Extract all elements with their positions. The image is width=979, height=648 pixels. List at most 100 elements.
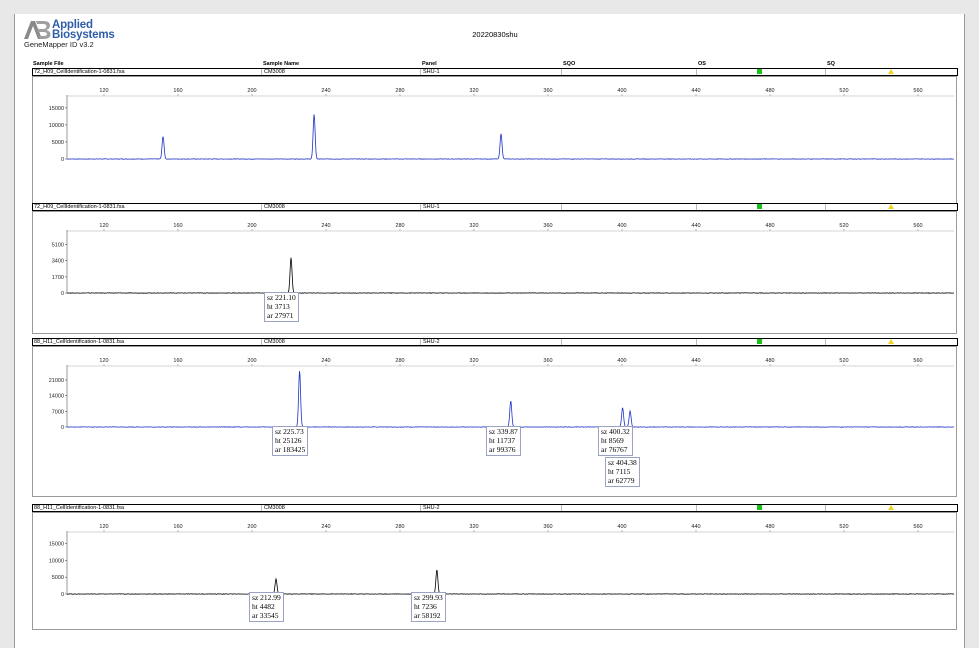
x-tick-label: 520: [839, 223, 848, 229]
x-tick-label: 320: [469, 524, 478, 530]
x-tick-label: 560: [913, 358, 922, 364]
signal-trace: [66, 257, 954, 294]
peak-label-line: ar 27971: [267, 311, 294, 321]
peak-label[interactable]: sz 404.38 ht 7115 ar 62779: [605, 457, 640, 487]
peak-marker[interactable]: [436, 569, 438, 571]
peak-label[interactable]: sz 339.87 ht 11737 ar 99376: [486, 426, 521, 456]
peak-marker[interactable]: [275, 578, 277, 580]
signal-trace: [66, 370, 955, 428]
signal-trace: [67, 569, 955, 595]
x-tick-label: 200: [247, 223, 256, 229]
electropherogram-chart: 120 160 200 240 280 320 360 400 440 480 520 560 1500…: [49, 524, 955, 598]
x-tick-label: 120: [99, 358, 108, 364]
x-tick-label: 360: [543, 88, 552, 94]
x-tick-label: 320: [469, 88, 478, 94]
peak-marker[interactable]: [629, 410, 631, 412]
y-tick-label: 0: [61, 425, 64, 431]
x-tick-label: 400: [617, 223, 626, 229]
x-tick-label: 360: [543, 358, 552, 364]
x-tick-label: 240: [321, 524, 330, 530]
y-tick-label: 15000: [49, 542, 64, 548]
sample-panel-1: Sample File Sample Name Panel SQO OS SQ 72_H09…: [32, 61, 958, 240]
peak-label[interactable]: sz 225.73 ht 25126 ar 183425: [272, 426, 309, 456]
y-tick-label: 7000: [52, 409, 64, 415]
y-tick-label: 3400: [52, 259, 64, 265]
peak-label-line: ht 8569: [601, 436, 624, 446]
x-tick-label: 560: [913, 524, 922, 530]
peak-label-line: ar 62779: [608, 476, 635, 486]
peak-marker[interactable]: [290, 257, 292, 259]
y-tick-label: 10000: [49, 558, 64, 564]
x-tick-label: 400: [617, 88, 626, 94]
x-tick-label: 480: [765, 223, 774, 229]
peak-label[interactable]: sz 400.32 ht 8569 ar 76767: [598, 426, 633, 456]
x-tick-label: 480: [765, 524, 774, 530]
peak-marker[interactable]: [162, 135, 164, 137]
sample-panel-4: 88_H11_CellIdentification-1-0831.fsa CM30…: [32, 502, 958, 630]
x-tick-label: 160: [173, 524, 182, 530]
peak-label[interactable]: sz 221.10 ht 3713 ar 27971: [264, 292, 299, 322]
y-tick-label: 10000: [49, 123, 64, 129]
electropherogram-chart: 120 160 200 240 280 320 360 400 440 480 520 560 1500…: [49, 88, 954, 163]
electropherogram-chart: 120 160 200 240 280 320 360 400 440 480 520 560 5100…: [52, 223, 954, 297]
peak-marker[interactable]: [298, 370, 300, 372]
x-tick-label: 480: [765, 358, 774, 364]
x-tick-label: 560: [913, 223, 922, 229]
peak-label-line: ht 7115: [608, 467, 631, 477]
x-tick-label: 360: [543, 524, 552, 530]
y-tick-label: 5000: [52, 575, 64, 581]
x-tick-label: 440: [691, 524, 700, 530]
y-tick-label: 0: [61, 592, 64, 598]
peak-label-line: ar 183425: [275, 445, 306, 455]
x-tick-label: 440: [691, 223, 700, 229]
software-version: GeneMapper ID v3.2: [24, 40, 94, 49]
report-title: 20220830shu: [472, 30, 518, 39]
peak-label-line: ht 7236: [414, 602, 437, 612]
x-tick-label: 240: [321, 358, 330, 364]
peak-label-line: sz 400.32: [601, 427, 630, 436]
x-tick-label: 440: [691, 88, 700, 94]
x-tick-label: 280: [395, 358, 404, 364]
x-tick-label: 280: [395, 524, 404, 530]
y-tick-label: 14000: [49, 394, 64, 400]
peak-label-line: sz 212.99: [252, 593, 281, 602]
peak-label-line: ar 76767: [601, 445, 628, 455]
x-tick-label: 240: [321, 223, 330, 229]
sample-panel-2: 72_H09_CellIdentification-1-0831.fsa CM30…: [32, 201, 958, 334]
x-tick-label: 200: [247, 358, 256, 364]
peak-label[interactable]: sz 212.99 ht 4482 ar 33545: [249, 592, 284, 622]
x-tick-label: 520: [839, 358, 848, 364]
x-tick-label: 160: [173, 88, 182, 94]
peak-label-line: ar 58192: [414, 611, 441, 621]
peak-marker[interactable]: [500, 132, 502, 134]
x-tick-label: 320: [469, 223, 478, 229]
signal-trace: [67, 114, 954, 160]
x-tick-label: 400: [617, 358, 626, 364]
peak-label[interactable]: sz 299.93 ht 7236 ar 58192: [411, 592, 446, 622]
x-tick-label: 520: [839, 88, 848, 94]
x-tick-label: 120: [99, 88, 108, 94]
y-tick-label: 0: [61, 291, 64, 297]
x-tick-label: 200: [247, 88, 256, 94]
peak-label-line: ht 11737: [489, 436, 516, 446]
electropherogram-chart: 120 160 200 240 280 320 360 400 440 480 520 560 2100…: [49, 358, 955, 431]
peak-marker[interactable]: [510, 400, 512, 402]
x-tick-label: 120: [99, 524, 108, 530]
x-tick-label: 160: [173, 223, 182, 229]
peak-label-line: ar 99376: [489, 445, 516, 455]
x-tick-label: 480: [765, 88, 774, 94]
peak-label-line: ar 33545: [252, 611, 279, 621]
x-tick-label: 320: [469, 358, 478, 364]
y-tick-label: 5100: [52, 243, 64, 249]
peak-marker[interactable]: [313, 113, 315, 115]
x-tick-label: 560: [913, 88, 922, 94]
y-tick-label: 21000: [49, 378, 64, 384]
peak-label-line: ht 3713: [267, 302, 290, 312]
ab-logo-icon: [24, 21, 51, 39]
peak-label-line: sz 225.73: [275, 427, 304, 436]
x-tick-label: 440: [691, 358, 700, 364]
peak-label-line: sz 221.10: [267, 293, 296, 302]
peak-marker[interactable]: [621, 407, 623, 409]
peak-label-line: sz 299.93: [414, 593, 443, 602]
x-tick-label: 280: [395, 223, 404, 229]
